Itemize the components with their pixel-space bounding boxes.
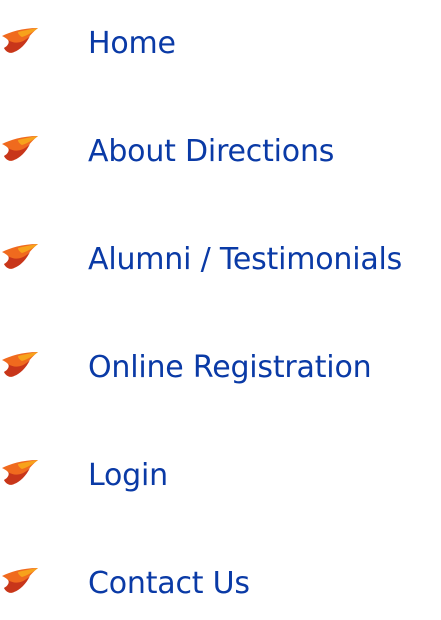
- nav-item-contact-us[interactable]: Contact Us: [0, 554, 441, 614]
- nav-item-label[interactable]: Online Registration: [88, 338, 372, 398]
- orange-swoosh-bullet-icon: [0, 346, 40, 386]
- nav-item-label[interactable]: Alumni / Testimonials: [88, 230, 402, 290]
- nav-item-about-directions[interactable]: About Directions: [0, 122, 441, 182]
- orange-swoosh-bullet-icon: [0, 238, 40, 278]
- orange-swoosh-bullet-icon: [0, 562, 40, 602]
- orange-swoosh-bullet-icon: [0, 22, 40, 62]
- nav-item-label[interactable]: Login: [88, 446, 168, 506]
- nav-item-online-registration[interactable]: Online Registration: [0, 338, 441, 398]
- nav-item-label[interactable]: Contact Us: [88, 554, 250, 614]
- nav-item-home[interactable]: Home: [0, 14, 441, 74]
- nav-item-label[interactable]: About Directions: [88, 122, 334, 182]
- orange-swoosh-bullet-icon: [0, 130, 40, 170]
- nav-item-label[interactable]: Home: [88, 14, 176, 74]
- nav-item-login[interactable]: Login: [0, 446, 441, 506]
- orange-swoosh-bullet-icon: [0, 454, 40, 494]
- nav-item-alumni-testimonials[interactable]: Alumni / Testimonials: [0, 230, 441, 290]
